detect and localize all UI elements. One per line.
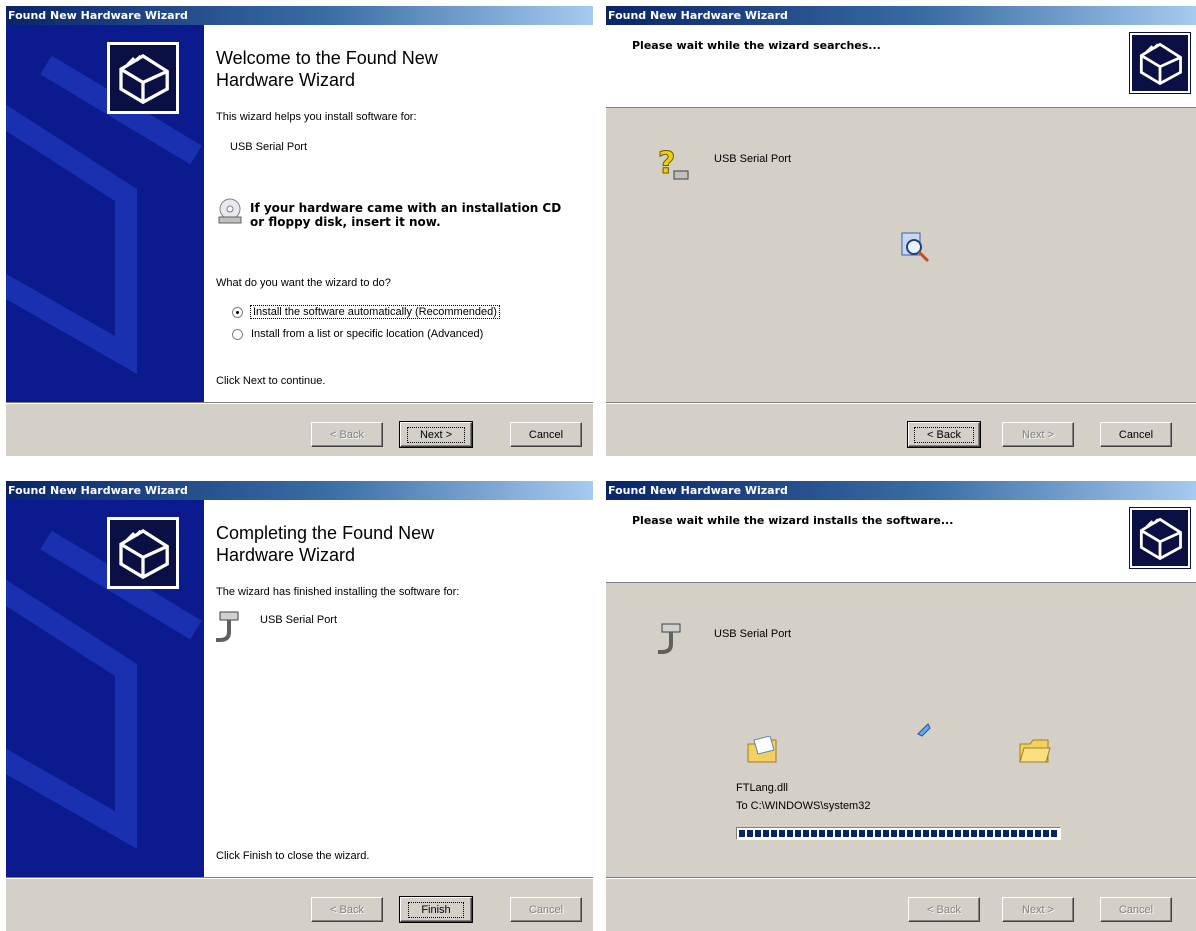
serial-cable-icon — [214, 610, 244, 655]
serial-cable-icon — [656, 622, 686, 667]
hardware-box-icon — [107, 42, 179, 114]
back-button[interactable]: < Back — [908, 897, 980, 922]
wizard-content: Completing the Found New Hardware Wizard… — [204, 500, 593, 877]
wizard-content: Welcome to the Found New Hardware Wizard… — [204, 25, 593, 402]
progress-fill — [739, 830, 1058, 837]
cancel-button[interactable]: Cancel — [510, 897, 582, 922]
file-destination: To C:\WINDOWS\system32 — [736, 800, 871, 812]
wizard-header: Please wait while the wizard installs th… — [606, 500, 1196, 583]
next-button[interactable]: Next > — [1002, 422, 1074, 447]
radio-advanced[interactable] — [232, 329, 243, 340]
separator — [6, 877, 593, 879]
wizard-header: Please wait while the wizard searches... — [606, 25, 1196, 108]
copy-progress-bar — [736, 827, 1061, 840]
flying-paper-icon — [916, 722, 932, 743]
next-button[interactable]: Next > — [1002, 897, 1074, 922]
hardware-box-icon — [1129, 507, 1191, 569]
wizard-client: Completing the Found New Hardware Wizard… — [6, 500, 593, 931]
back-button[interactable]: < Back — [311, 422, 383, 447]
wizard-sidebar — [6, 25, 204, 402]
intro-text: The wizard has finished installing the s… — [216, 586, 460, 598]
magnifier-icon — [900, 231, 932, 268]
option-advanced[interactable]: Install from a list or specific location… — [232, 327, 552, 343]
back-button[interactable]: < Back — [907, 421, 981, 448]
window-title: Found New Hardware Wizard — [606, 481, 1196, 500]
wizard-sidebar — [6, 500, 204, 877]
wizard-window-welcome: Found New Hardware Wizard Welcome to the… — [6, 6, 593, 456]
window-title: Found New Hardware Wizard — [606, 6, 1196, 25]
footer-text: Click Next to continue. — [216, 375, 326, 387]
separator — [6, 402, 593, 404]
back-button[interactable]: < Back — [311, 897, 383, 922]
wizard-window-searching: Found New Hardware Wizard Please wait wh… — [606, 6, 1196, 456]
header-text: Please wait while the wizard searches... — [632, 39, 881, 52]
device-name: USB Serial Port — [260, 614, 338, 626]
separator — [606, 402, 1196, 404]
page-title: Welcome to the Found New Hardware Wizard — [216, 47, 438, 91]
cancel-button[interactable]: Cancel — [1100, 422, 1172, 447]
device-name: USB Serial Port — [230, 141, 308, 153]
source-folder-icon — [746, 735, 780, 771]
option-advanced-label: Install from a list or specific location… — [251, 328, 484, 340]
separator — [606, 877, 1196, 879]
window-title: Found New Hardware Wizard — [6, 481, 593, 500]
title-line-2: Hardware Wizard — [216, 70, 356, 90]
device-name: USB Serial Port — [714, 628, 792, 640]
cd-drive-icon — [216, 197, 244, 230]
cd-note-line-2: or floppy disk, insert it now. — [250, 215, 441, 229]
svg-text:?: ? — [658, 146, 675, 181]
wizard-window-completing: Found New Hardware Wizard Completing the… — [6, 481, 593, 931]
radio-auto[interactable] — [232, 307, 243, 318]
title-line-2: Hardware Wizard — [216, 545, 356, 565]
page-title: Completing the Found New Hardware Wizard — [216, 522, 434, 566]
title-line-1: Welcome to the Found New — [216, 48, 438, 68]
wizard-window-installing: Found New Hardware Wizard Please wait wh… — [606, 481, 1196, 931]
option-auto-label: Install the software automatically (Reco… — [250, 305, 500, 319]
cancel-button[interactable]: Cancel — [510, 422, 582, 447]
intro-text: This wizard helps you install software f… — [216, 111, 417, 123]
wizard-client: Welcome to the Found New Hardware Wizard… — [6, 25, 593, 456]
question-text: What do you want the wizard to do? — [216, 277, 391, 289]
file-name: FTLang.dll — [736, 782, 788, 794]
option-auto[interactable]: Install the software automatically (Reco… — [232, 305, 552, 321]
cancel-button[interactable]: Cancel — [1100, 897, 1172, 922]
hardware-box-icon — [1129, 32, 1191, 94]
title-line-1: Completing the Found New — [216, 523, 435, 543]
cd-note-line-1: If your hardware came with an installati… — [250, 201, 562, 215]
next-button[interactable]: Next > — [399, 421, 473, 448]
question-device-icon: ? — [654, 143, 690, 188]
wizard-client: Please wait while the wizard searches...… — [606, 25, 1196, 456]
finish-button[interactable]: Finish — [399, 896, 473, 923]
footer-text: Click Finish to close the wizard. — [216, 850, 370, 862]
wizard-client: Please wait while the wizard installs th… — [606, 500, 1196, 931]
device-name: USB Serial Port — [714, 153, 792, 165]
window-title: Found New Hardware Wizard — [6, 6, 593, 25]
hardware-box-icon — [107, 517, 179, 589]
folder-icon — [1018, 736, 1052, 771]
header-text: Please wait while the wizard installs th… — [632, 514, 954, 527]
